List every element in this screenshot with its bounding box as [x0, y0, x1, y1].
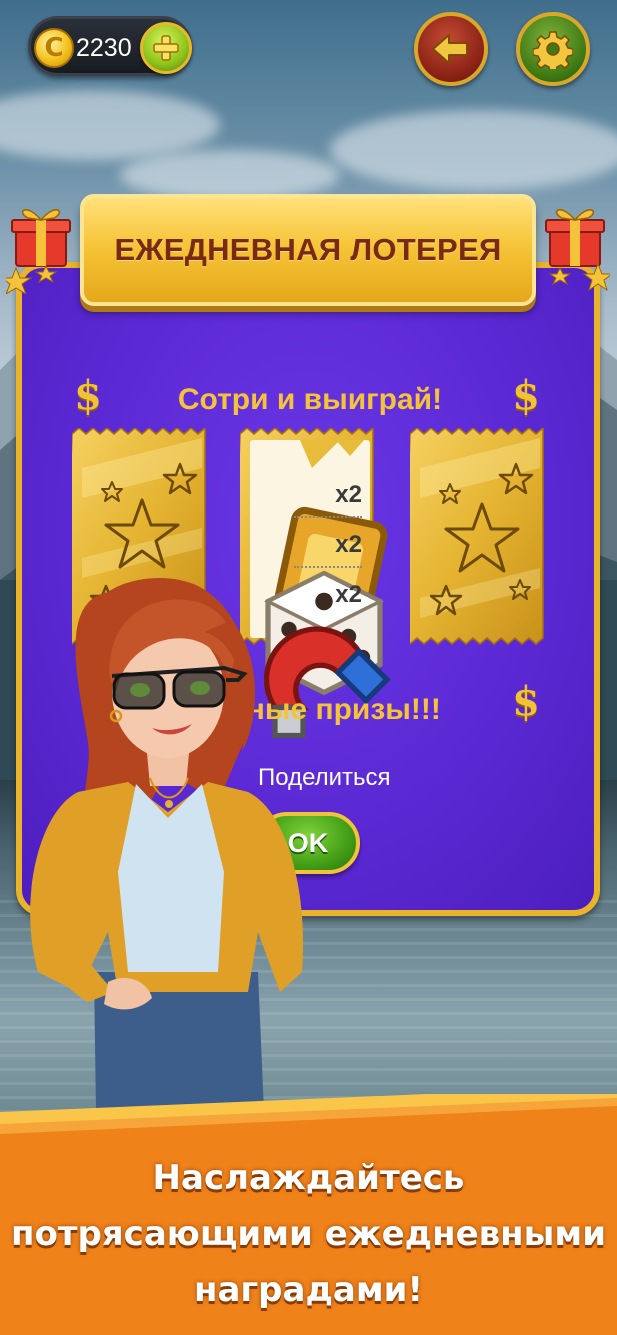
- dollar-icon: $: [512, 678, 540, 725]
- add-coins-button[interactable]: [140, 22, 192, 74]
- dialog-subtitle: Сотри и выиграй!: [177, 383, 443, 416]
- divider: [294, 516, 362, 518]
- back-button[interactable]: [414, 12, 488, 86]
- scratch-ticket-3[interactable]: [410, 428, 550, 650]
- dialog-title: ЕЖЕДНЕВНАЯ ЛОТЕРЕЯ: [114, 232, 502, 267]
- cloud: [330, 110, 617, 190]
- prize-quantity: x2: [335, 531, 362, 558]
- settings-button[interactable]: [516, 12, 590, 86]
- prize-quantity: x2: [335, 581, 362, 608]
- divider: [294, 566, 362, 568]
- coin-count: 2230: [76, 34, 132, 62]
- gift-box-icon: [545, 209, 610, 292]
- promo-line-1: Наслаждайтесь: [152, 1158, 465, 1198]
- title-banner: ЕЖЕДНЕВНАЯ ЛОТЕРЕЯ: [80, 194, 536, 306]
- prize-row: x2: [254, 472, 388, 660]
- dollar-icon: $: [512, 372, 540, 419]
- plus-icon: [153, 35, 179, 61]
- promo-line-3: наградами!: [193, 1270, 423, 1310]
- arrow-left-icon: [432, 34, 468, 64]
- prize-quantity: x2: [335, 481, 362, 508]
- promo-text: Наслаждайтесь потрясающими ежедневными н…: [8, 1150, 609, 1318]
- gift-box-icon: [6, 209, 71, 294]
- cloud: [120, 150, 340, 200]
- coin-icon: C: [34, 28, 74, 68]
- dollar-icon: $: [74, 372, 102, 419]
- gear-icon: [533, 31, 573, 69]
- prize-row: x2: [254, 522, 384, 696]
- promo-line-2: потрясающими ежедневными: [10, 1214, 607, 1254]
- character-illustration: [30, 578, 304, 1132]
